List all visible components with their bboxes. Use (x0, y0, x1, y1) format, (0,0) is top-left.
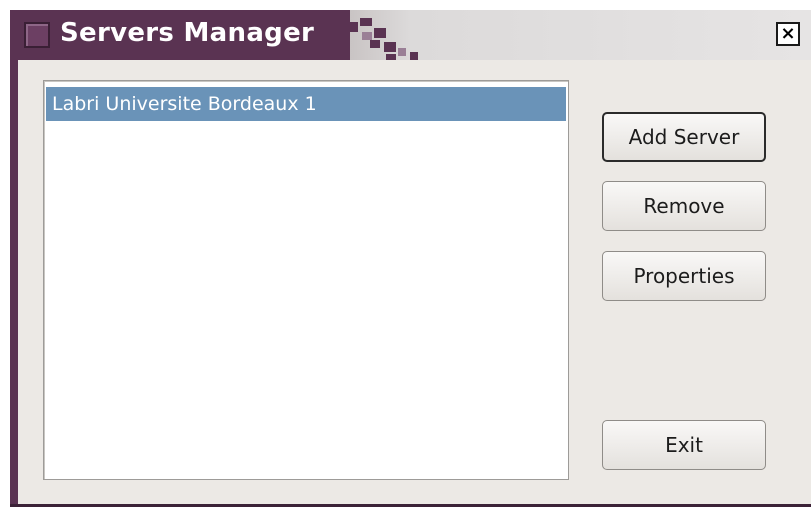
window-bottom-border (10, 504, 811, 507)
title-bar-pixel-decoration (340, 18, 430, 60)
window-title: Servers Manager (60, 18, 315, 48)
close-icon: × (780, 23, 796, 44)
dialog-content: Labri Universite Bordeaux 1 Add Server R… (18, 60, 811, 504)
remove-button[interactable]: Remove (602, 181, 766, 231)
title-bar[interactable]: Servers Manager × (10, 10, 811, 60)
servers-manager-window: Servers Manager × Labri Universite Borde… (10, 10, 811, 507)
server-list-item[interactable]: Labri Universite Bordeaux 1 (46, 87, 566, 121)
window-menu-icon[interactable] (24, 22, 50, 48)
close-button[interactable]: × (776, 22, 800, 46)
exit-button[interactable]: Exit (602, 420, 766, 470)
add-server-button[interactable]: Add Server (602, 112, 766, 162)
properties-button[interactable]: Properties (602, 251, 766, 301)
server-list[interactable]: Labri Universite Bordeaux 1 (43, 80, 569, 480)
